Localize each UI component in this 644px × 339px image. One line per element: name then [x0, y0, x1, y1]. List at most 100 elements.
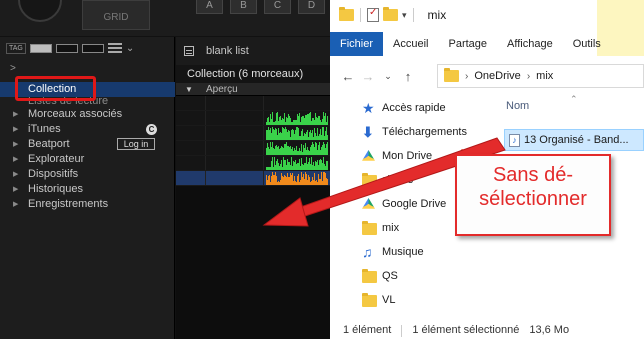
quick-access-dropdown-icon[interactable]: ▾ [402, 10, 407, 21]
tab-file[interactable]: Fichier [330, 32, 384, 56]
tree-item-label: Enregistrements [28, 198, 109, 210]
collection-highlight-box [15, 76, 96, 101]
tag-label: TAG [6, 42, 26, 54]
file-row-selected[interactable]: ♪ 13 Organisé - Band... [504, 129, 644, 151]
expand-triangle-icon[interactable]: ▶ [13, 122, 18, 137]
track-rows [176, 96, 330, 186]
address-bar[interactable]: › OneDrive › mix [437, 64, 644, 88]
expand-triangle-icon[interactable]: ▶ [13, 167, 18, 182]
nav-item-label: QS [382, 270, 398, 282]
tree-item-label: iTunes [28, 123, 61, 135]
folder-icon [362, 293, 377, 307]
music-icon: ♫ [362, 244, 373, 260]
track-cell [176, 111, 206, 125]
breadcrumb-onedrive[interactable]: OneDrive [474, 70, 520, 82]
column-header-name[interactable]: Nom [506, 100, 529, 112]
expand-triangle-icon[interactable]: ▶ [13, 107, 18, 122]
download-icon: ⬇ [362, 124, 374, 140]
track-row[interactable] [176, 141, 330, 156]
track-row[interactable] [176, 96, 330, 111]
tree-item-itunes[interactable]: ▶ iTunes C [0, 122, 175, 137]
tab-view[interactable]: Affichage [497, 32, 563, 56]
nav-item-vl[interactable]: VL [330, 288, 500, 312]
nav-item-downloads[interactable]: ⬇ Téléchargements [330, 120, 500, 144]
browser-tree: Collection Listes de lecture ▶ Morceaux … [0, 82, 175, 212]
nav-item-music[interactable]: ♫ Musique [330, 240, 500, 264]
track-row[interactable] [176, 171, 330, 186]
up-arrow-icon[interactable]: ↑ [398, 69, 418, 84]
tree-item-label: Dispositifs [28, 168, 79, 180]
tab-home[interactable]: Accueil [383, 32, 438, 56]
tree-item-related-tracks[interactable]: ▶ Morceaux associés [0, 107, 175, 122]
tree-item-label: Beatport [28, 138, 70, 150]
nav-item-qs[interactable]: QS [330, 264, 500, 288]
track-cell [206, 141, 264, 155]
hot-cue-pad-d[interactable]: D [298, 0, 325, 14]
tree-item-label: Historiques [28, 183, 84, 195]
status-item-count: 1 élément [343, 324, 392, 336]
tab-tools[interactable]: Outils [563, 32, 611, 56]
expand-arrow-icon[interactable]: > [10, 63, 16, 74]
tab-share[interactable]: Partage [438, 32, 497, 56]
file-name: 13 Organisé - Band... [524, 134, 629, 146]
breadcrumb-chevron-icon[interactable]: › [527, 71, 530, 82]
waveform-preview [264, 126, 330, 141]
track-row[interactable] [176, 126, 330, 141]
folder-icon [444, 68, 459, 82]
nav-item-label: Google Drive [382, 198, 447, 210]
tree-item-devices[interactable]: ▶ Dispositifs [0, 167, 175, 182]
nav-item-label: Mon Drive [382, 150, 433, 162]
track-cell [206, 171, 264, 185]
jog-knob[interactable] [18, 0, 62, 22]
tree-item-histories[interactable]: ▶ Historiques [0, 182, 175, 197]
list-title: blank list [206, 45, 249, 57]
hot-cue-pad-a[interactable]: A [196, 0, 223, 14]
audio-file-icon: ♪ [509, 133, 520, 147]
track-cell [176, 126, 206, 140]
beatport-login-button[interactable]: Log in [117, 138, 155, 150]
nav-item-label: Musique [382, 246, 424, 258]
expand-triangle-icon[interactable]: ▶ [13, 152, 18, 167]
hot-cue-pad-b[interactable]: B [230, 0, 257, 14]
column-header-preview[interactable]: Aperçu [202, 83, 330, 95]
folder-icon [362, 269, 377, 283]
itunes-refresh-icon[interactable]: C [146, 124, 157, 135]
track-row[interactable] [176, 111, 330, 126]
new-folder-icon[interactable] [383, 7, 398, 21]
tree-item-recordings[interactable]: ▶ Enregistrements [0, 197, 175, 212]
track-cell [206, 111, 264, 125]
separator [360, 8, 361, 22]
separator [412, 8, 414, 22]
deck-toolbar: GRID A B C D [0, 0, 330, 36]
tag-color-swatch-light[interactable] [29, 43, 52, 53]
breadcrumb-mix[interactable]: mix [536, 70, 553, 82]
nav-item-quick-access[interactable]: ★ Accès rapide [330, 96, 500, 120]
breadcrumb-chevron-icon[interactable]: › [465, 71, 468, 82]
properties-icon[interactable] [367, 7, 379, 22]
expand-triangle-icon[interactable]: ▶ [13, 182, 18, 197]
tag-bar: TAG ⌄ [6, 42, 134, 54]
track-cell [206, 156, 264, 170]
tag-color-swatch-dark-2[interactable] [81, 43, 104, 53]
tree-item-beatport[interactable]: ▶ Beatport Log in [0, 137, 175, 152]
list-icon[interactable] [184, 46, 194, 56]
recent-chevron-icon[interactable]: ⌄ [378, 71, 398, 82]
track-row[interactable] [176, 156, 330, 171]
waveform-preview [264, 111, 330, 126]
filter-icon[interactable]: ▼ [176, 83, 202, 95]
forward-arrow-icon[interactable]: → [358, 69, 378, 84]
folder-icon [339, 7, 354, 21]
tag-list-icon[interactable] [107, 43, 122, 53]
expand-triangle-icon[interactable]: ▶ [13, 197, 18, 212]
sort-chevron-icon[interactable]: ⌃ [570, 94, 578, 105]
expand-triangle-icon[interactable]: ▶ [13, 137, 18, 152]
hot-cue-pad-c[interactable]: C [264, 0, 291, 14]
back-arrow-icon[interactable]: ← [338, 69, 358, 84]
tag-color-swatch-dark[interactable] [55, 43, 78, 53]
waveform-preview [264, 156, 330, 171]
chevron-down-icon[interactable]: ⌄ [126, 43, 134, 54]
grid-button[interactable]: GRID [82, 0, 150, 30]
tree-item-label: Morceaux associés [28, 108, 123, 120]
tree-item-explorer[interactable]: ▶ Explorateur [0, 152, 175, 167]
track-list-panel: blank list Collection (6 morceaux) ▼ Ape… [176, 37, 330, 339]
